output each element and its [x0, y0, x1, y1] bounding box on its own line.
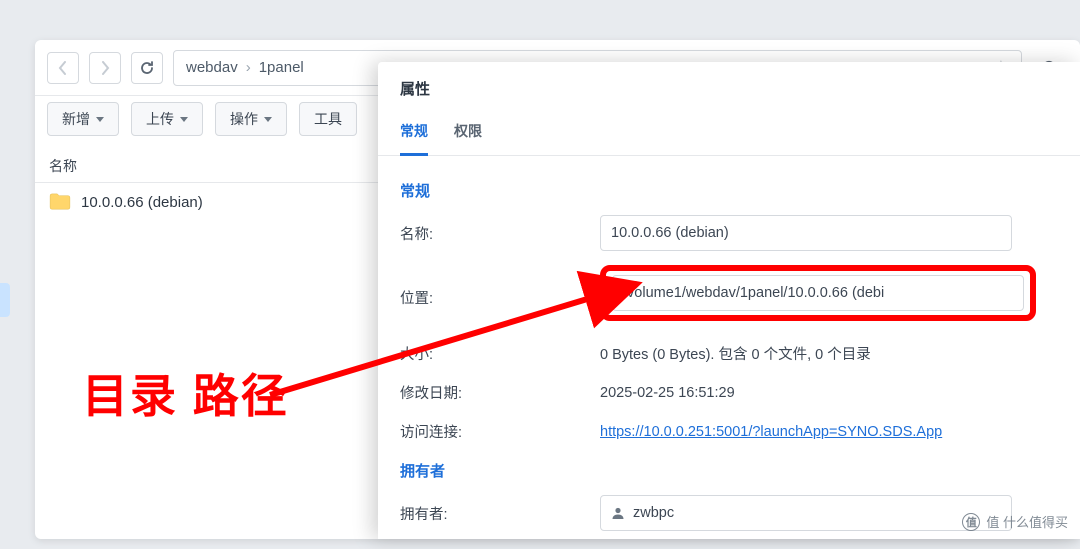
owner-select[interactable]: zwbpc — [600, 495, 1012, 531]
annotation-text: 目录 路径 — [82, 360, 289, 426]
label-owner: 拥有者: — [400, 503, 600, 524]
row-owner: 拥有者: zwbpc — [400, 495, 1058, 531]
breadcrumb-item[interactable]: 1panel — [259, 59, 304, 76]
row-size: 大小: 0 Bytes (0 Bytes). 包含 0 个文件, 0 个目录 — [400, 343, 1058, 364]
label-location: 位置: — [400, 287, 600, 308]
forward-button[interactable] — [89, 52, 121, 84]
chevron-down-icon — [96, 117, 104, 122]
section-owner: 拥有者 — [400, 460, 1058, 481]
value-size: 0 Bytes (0 Bytes). 包含 0 个文件, 0 个目录 — [600, 343, 1058, 364]
operation-button-label: 操作 — [230, 109, 258, 129]
panel-title: 属性 — [378, 62, 1080, 111]
label-name: 名称: — [400, 223, 600, 244]
access-link[interactable]: https://10.0.0.251:5001/?launchApp=SYNO.… — [600, 424, 942, 440]
breadcrumb-item[interactable]: webdav — [186, 59, 238, 76]
chevron-down-icon — [264, 117, 272, 122]
chevron-right-icon: › — [246, 59, 251, 76]
tool-button-label: 工具 — [314, 109, 342, 129]
name-field[interactable] — [600, 215, 1012, 251]
value-modified: 2025-02-25 16:51:29 — [600, 385, 1058, 401]
row-location: 位置: — [400, 269, 1058, 325]
label-access: 访问连接: — [400, 421, 600, 442]
watermark-text: 值 什么值得买 — [986, 512, 1068, 531]
label-size: 大小: — [400, 343, 600, 364]
operation-button[interactable]: 操作 — [215, 102, 287, 136]
upload-button[interactable]: 上传 — [131, 102, 203, 136]
back-button[interactable] — [47, 52, 79, 84]
chevron-down-icon — [180, 117, 188, 122]
label-modified: 修改日期: — [400, 382, 600, 403]
properties-panel: 属性 常规 权限 常规 名称: 位置: 大小: 0 Bytes (0 Bytes… — [378, 62, 1080, 539]
new-button-label: 新增 — [62, 109, 90, 129]
owner-value: zwbpc — [633, 505, 674, 521]
refresh-button[interactable] — [131, 52, 163, 84]
user-icon — [611, 506, 625, 520]
row-modified: 修改日期: 2025-02-25 16:51:29 — [400, 382, 1058, 403]
panel-tabs: 常规 权限 — [378, 111, 1080, 156]
upload-button-label: 上传 — [146, 109, 174, 129]
left-edge-notch — [0, 283, 10, 317]
annotation-highlight-box — [600, 265, 1036, 321]
tab-permission[interactable]: 权限 — [454, 111, 482, 155]
watermark: 值 值 什么值得买 — [962, 512, 1068, 531]
folder-icon — [49, 193, 71, 211]
row-access: 访问连接: https://10.0.0.251:5001/?launchApp… — [400, 421, 1058, 442]
file-name: 10.0.0.66 (debian) — [81, 194, 203, 211]
watermark-icon: 值 — [962, 513, 980, 531]
tool-button[interactable]: 工具 — [299, 102, 357, 136]
location-field[interactable] — [612, 275, 1024, 311]
panel-body: 常规 名称: 位置: 大小: 0 Bytes (0 Bytes). 包含 0 个… — [378, 156, 1080, 549]
section-general: 常规 — [400, 180, 1058, 201]
row-name: 名称: — [400, 215, 1058, 251]
new-button[interactable]: 新增 — [47, 102, 119, 136]
tab-general[interactable]: 常规 — [400, 111, 428, 156]
